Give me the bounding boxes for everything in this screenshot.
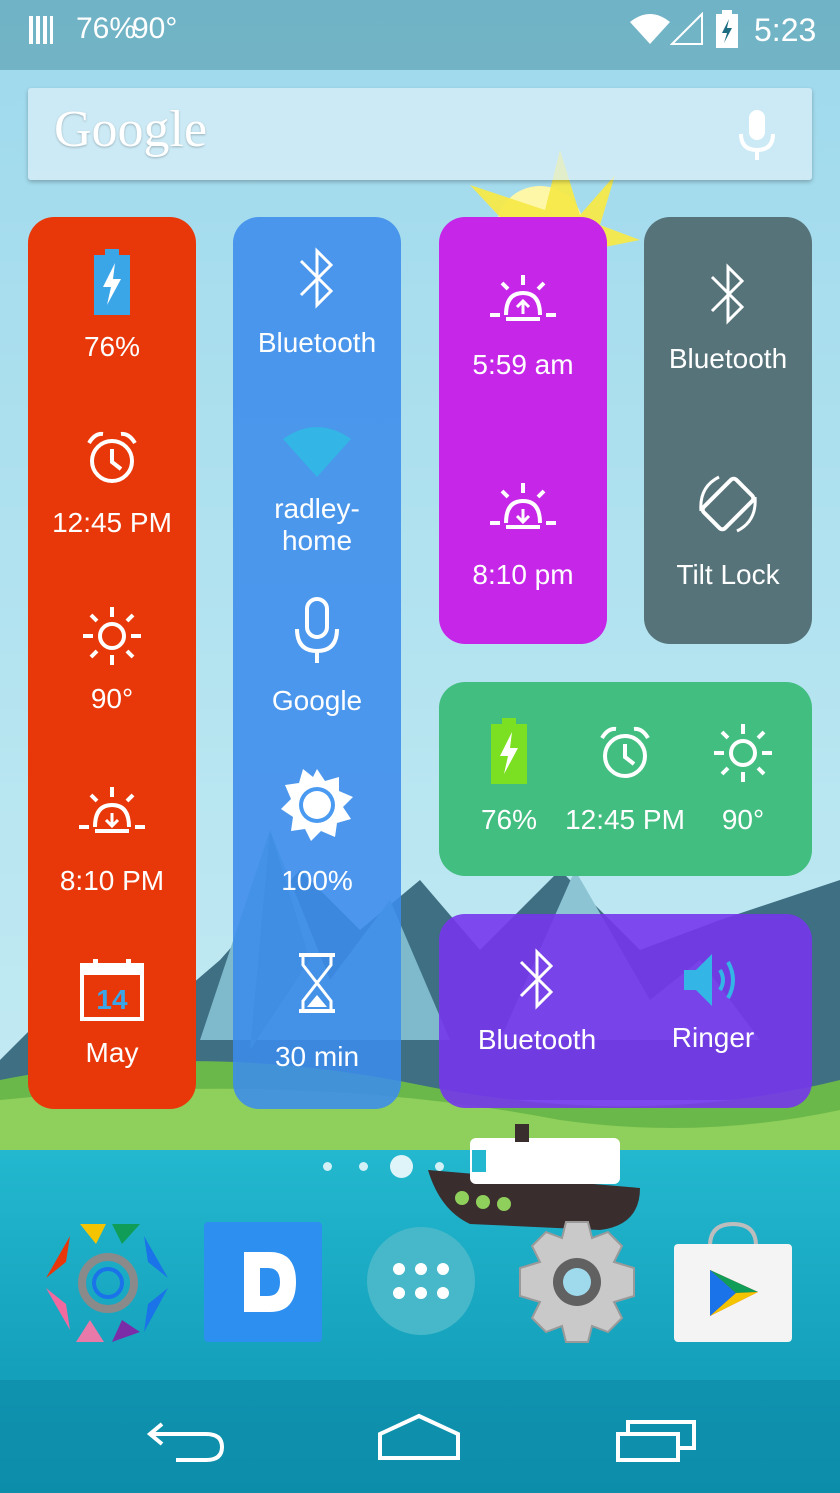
cell-signal-icon <box>669 11 704 51</box>
magenta-sunset-item[interactable]: 8:10 pm <box>439 479 607 591</box>
blue-wifi-label: radley- home <box>274 493 360 556</box>
green-alarm-item[interactable]: 12:45 PM <box>561 724 689 836</box>
mic-icon <box>295 597 339 663</box>
purple-bluetooth-label: Bluetooth <box>477 1024 597 1055</box>
slate-rotation-label: Tilt Lock <box>676 559 780 590</box>
page-dot[interactable] <box>435 1162 444 1171</box>
slate-rotation-item[interactable]: Tilt Lock <box>644 471 812 591</box>
home-icon[interactable] <box>374 1412 464 1469</box>
sunset-icon <box>79 787 145 833</box>
settings-gear-icon[interactable] <box>516 1220 638 1349</box>
widget-slate[interactable]: Bluetooth Tilt Lock <box>644 217 812 644</box>
green-battery-item[interactable]: 76% <box>459 716 559 836</box>
green-weather-label: 90° <box>721 804 765 835</box>
calendar-icon: 14 <box>80 959 144 1021</box>
recents-icon[interactable] <box>612 1414 700 1469</box>
back-icon[interactable] <box>146 1412 228 1469</box>
widget-purple[interactable]: Bluetooth Ringer <box>439 914 812 1108</box>
sun-icon <box>714 724 772 782</box>
hex-app-icon[interactable] <box>40 1222 176 1349</box>
blue-bluetooth-item[interactable]: Bluetooth <box>233 243 401 359</box>
widget-magenta[interactable]: 5:59 am 8:10 pm <box>439 217 607 644</box>
battery-charging-icon <box>491 718 527 784</box>
speaker-icon <box>684 954 735 1006</box>
sun-icon <box>83 607 141 665</box>
page-dot-current[interactable] <box>390 1155 413 1178</box>
alarm-clock-icon <box>600 726 650 778</box>
red-weather-label: 90° <box>90 683 134 714</box>
purple-ringer-label: Ringer <box>671 1022 755 1053</box>
red-battery-label: 76% <box>83 331 141 362</box>
status-battery-text: 76% <box>76 12 137 45</box>
blue-timeout-label: 30 min <box>274 1041 360 1072</box>
magenta-sunrise-label: 5:59 am <box>472 349 574 380</box>
green-alarm-label: 12:45 PM <box>565 804 685 835</box>
magenta-sunset-label: 8:10 pm <box>472 559 574 590</box>
battery-charging-icon <box>94 249 130 315</box>
calendar-day: 14 <box>96 984 128 1015</box>
google-logo: Google <box>54 101 208 158</box>
bluetooth-icon <box>710 263 745 325</box>
sunrise-icon <box>490 275 556 321</box>
google-search-bar[interactable]: Google <box>28 88 812 180</box>
brightness-icon <box>281 769 353 841</box>
purple-ringer-item[interactable]: Ringer <box>645 950 781 1054</box>
red-battery-item[interactable]: 76% <box>28 247 196 363</box>
green-weather-item[interactable]: 90° <box>693 722 793 836</box>
widget-green[interactable]: 76% 12:45 PM 90° <box>439 682 812 876</box>
hourglass-icon <box>299 953 335 1013</box>
red-alarm-item[interactable]: 12:45 PM <box>28 429 196 539</box>
blue-timeout-item[interactable]: 30 min <box>233 951 401 1073</box>
play-store-icon[interactable] <box>670 1220 796 1349</box>
red-sunset-label: 8:10 PM <box>59 865 165 896</box>
app-drawer-icon[interactable] <box>366 1226 476 1341</box>
magenta-sunrise-item[interactable]: 5:59 am <box>439 271 607 381</box>
blue-voice-item[interactable]: Google <box>233 597 401 717</box>
wifi-icon <box>628 12 672 51</box>
blue-brightness-label: 100% <box>281 865 353 896</box>
slate-bluetooth-item[interactable]: Bluetooth <box>644 259 812 375</box>
red-calendar-label: May <box>85 1037 139 1068</box>
wifi-icon <box>283 427 351 477</box>
notification-icon <box>28 14 54 51</box>
bluetooth-icon <box>519 948 554 1010</box>
green-battery-label: 76% <box>480 804 538 835</box>
widget-red[interactable]: 76% 12:45 PM 90° 8:10 PM 14 May <box>28 217 196 1109</box>
red-alarm-label: 12:45 PM <box>52 507 172 538</box>
red-sunset-item[interactable]: 8:10 PM <box>28 783 196 897</box>
page-dot[interactable] <box>323 1162 332 1171</box>
rotation-icon <box>699 475 757 533</box>
blue-bluetooth-label: Bluetooth <box>257 327 377 358</box>
dropbox-d-icon[interactable] <box>204 1222 322 1347</box>
mic-icon[interactable] <box>732 108 782 164</box>
purple-bluetooth-item[interactable]: Bluetooth <box>469 944 605 1056</box>
alarm-clock-icon <box>87 431 137 483</box>
status-time: 5:23 <box>754 12 817 48</box>
blue-voice-label: Google <box>271 685 363 716</box>
red-weather-item[interactable]: 90° <box>28 605 196 715</box>
widget-blue[interactable]: Bluetooth radley- home Google 100% 30 mi… <box>233 217 401 1109</box>
slate-bluetooth-label: Bluetooth <box>668 343 788 374</box>
bluetooth-icon <box>299 247 334 309</box>
battery-charging-icon <box>714 10 740 55</box>
red-calendar-item[interactable]: 14 May <box>28 957 196 1069</box>
status-temperature-text: 90° <box>132 12 178 45</box>
sunset-icon <box>490 483 556 529</box>
blue-wifi-item[interactable]: radley- home <box>233 423 401 557</box>
status-bar: 76% 90° 5:23 <box>0 0 840 64</box>
blue-brightness-item[interactable]: 100% <box>233 769 401 897</box>
page-dot[interactable] <box>359 1162 368 1171</box>
